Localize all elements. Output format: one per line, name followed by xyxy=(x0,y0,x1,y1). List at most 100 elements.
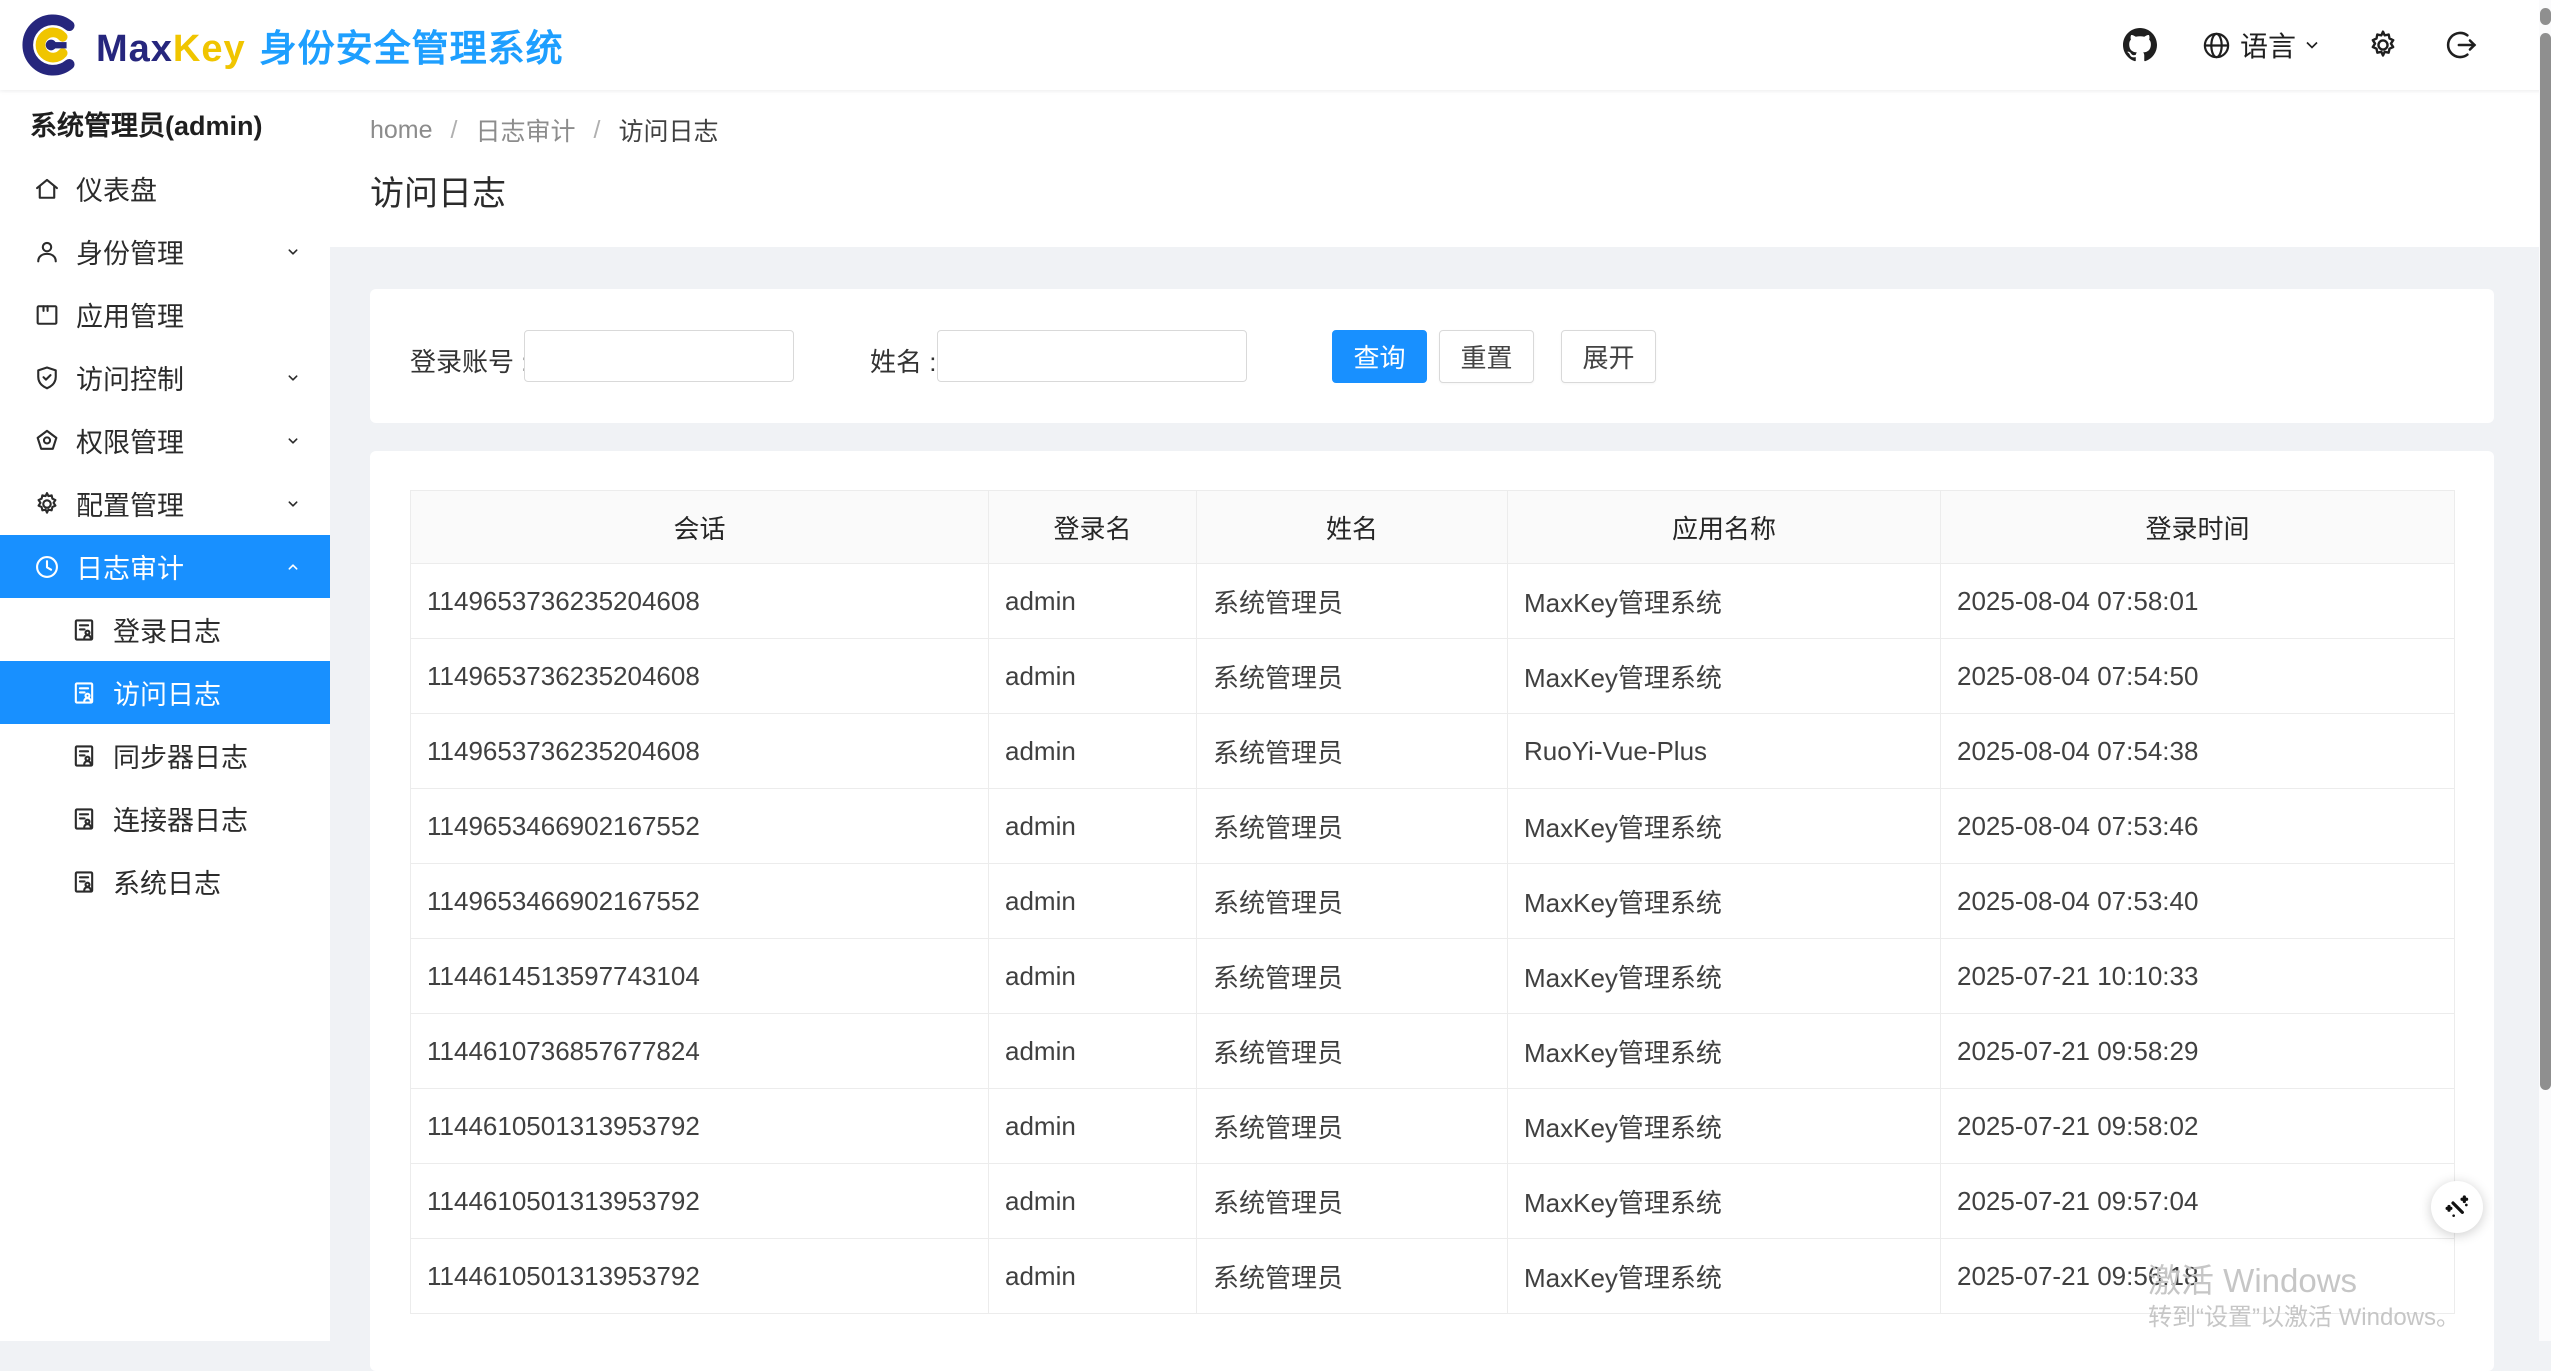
account-input[interactable] xyxy=(524,330,794,382)
cell-app-name: MaxKey管理系统 xyxy=(1507,938,1941,1014)
cell-login-name: admin xyxy=(988,1238,1197,1314)
cell-login-time: 2025-07-21 09:58:29 xyxy=(1940,1013,2455,1089)
expand-button[interactable]: 展开 xyxy=(1561,330,1656,383)
cell-session: 1149653736235204608 xyxy=(410,713,989,789)
chevron-down-icon xyxy=(282,430,304,452)
sidebar-user-title: 系统管理员(admin) xyxy=(30,111,263,141)
shield-icon xyxy=(33,364,61,392)
sidebar-item-system-log[interactable]: 系统日志 xyxy=(0,850,330,913)
cell-login-time: 2025-07-21 10:10:33 xyxy=(1940,938,2455,1014)
name-label: 姓名 : xyxy=(870,347,937,377)
cell-login-name: admin xyxy=(988,788,1197,864)
log-icon xyxy=(70,616,98,644)
sidebar-menu: 仪表盘身份管理应用管理访问控制权限管理 配置管理日志审计登录日志访问日志同步器日志… xyxy=(0,157,330,913)
gear-icon[interactable] xyxy=(2366,28,2400,62)
sidebar: 系统管理员(admin) 仪表盘身份管理应用管理访问控制权限管理 配置管理日志审计… xyxy=(0,90,330,1341)
chevron-down-icon xyxy=(282,367,304,389)
table-row: 1144610736857677824 admin 系统管理员 MaxKey管理系统 2… xyxy=(410,1013,2455,1089)
brand-text: MaxKey 身份安全管理系统 xyxy=(96,18,564,72)
cell-session: 1144610736857677824 xyxy=(410,1013,989,1089)
cell-session: 1144610501313953792 xyxy=(410,1238,989,1314)
sidebar-item-access-control[interactable]: 访问控制 xyxy=(0,346,330,409)
logout-icon[interactable] xyxy=(2444,28,2478,62)
brand-logo-link[interactable]: MaxKey 身份安全管理系统 xyxy=(22,0,564,90)
sidebar-item-connector-log[interactable]: 连接器日志 xyxy=(0,787,330,850)
sidebar-item-permission[interactable]: 权限管理 xyxy=(0,409,330,472)
cell-login-name: admin xyxy=(988,863,1197,939)
cell-login-name: admin xyxy=(988,563,1197,639)
table-row: 1144610501313953792 admin 系统管理员 MaxKey管理系统 2… xyxy=(410,1088,2455,1164)
reset-button[interactable]: 重置 xyxy=(1439,330,1534,383)
cell-name: 系统管理员 xyxy=(1196,938,1508,1014)
sidebar-item-access-log[interactable]: 访问日志 xyxy=(0,661,330,724)
search-card: 登录账号 : 姓名 : 查询 重置 展开 xyxy=(370,289,2494,423)
cell-login-time: 2025-08-04 07:54:50 xyxy=(1940,638,2455,714)
cell-login-name: admin xyxy=(988,638,1197,714)
github-icon[interactable] xyxy=(2122,28,2157,62)
app-icon xyxy=(33,301,61,329)
query-button[interactable]: 查询 xyxy=(1332,330,1427,383)
cell-app-name: RuoYi-Vue-Plus xyxy=(1507,713,1941,789)
cell-app-name: MaxKey管理系统 xyxy=(1507,1163,1941,1239)
cell-name: 系统管理员 xyxy=(1196,863,1508,939)
log-icon xyxy=(70,805,98,833)
table-row: 1149653736235204608 admin 系统管理员 MaxKey管理系统 2… xyxy=(410,638,2455,714)
magic-wand-icon xyxy=(2441,1191,2473,1223)
sidebar-item-dashboard[interactable]: 仪表盘 xyxy=(0,157,330,220)
cell-session: 1144614513597743104 xyxy=(410,938,989,1014)
breadcrumb: home / 日志审计 / 访问日志 xyxy=(370,112,718,148)
breadcrumb-section[interactable]: 日志审计 xyxy=(476,112,576,148)
maxkey-logo-icon xyxy=(22,14,84,76)
log-table-card: 会话 登录名 姓名 应用名称 登录时间 1149653736235204608 admin 系… xyxy=(370,451,2494,1371)
sidebar-item-login-log[interactable]: 登录日志 xyxy=(0,598,330,661)
cell-login-time: 2025-07-21 09:58:02 xyxy=(1940,1088,2455,1164)
cell-app-name: MaxKey管理系统 xyxy=(1507,1088,1941,1164)
cell-login-name: admin xyxy=(988,1013,1197,1089)
column-header-app-name: 应用名称 xyxy=(1507,490,1941,564)
cell-name: 系统管理员 xyxy=(1196,1013,1508,1089)
cell-login-name: admin xyxy=(988,1163,1197,1239)
breadcrumb-current: 访问日志 xyxy=(618,118,719,146)
sidebar-item-label: 访问控制 xyxy=(76,365,184,395)
breadcrumb-home[interactable]: home xyxy=(370,116,433,145)
cell-login-time: 2025-07-21 09:57:04 xyxy=(1940,1163,2455,1239)
sidebar-item-identity[interactable]: 身份管理 xyxy=(0,220,330,283)
cell-login-name: admin xyxy=(988,938,1197,1014)
scrollbar-thumb-fragment[interactable] xyxy=(2540,8,2551,25)
scrollbar-thumb[interactable] xyxy=(2540,33,2551,1090)
sidebar-item-label: 身份管理 xyxy=(76,239,184,269)
magic-wand-button[interactable] xyxy=(2431,1181,2483,1233)
sidebar-item-label: 仪表盘 xyxy=(76,176,157,206)
sidebar-item-label: 登录日志 xyxy=(113,617,221,647)
sidebar-item-application[interactable]: 应用管理 xyxy=(0,283,330,346)
brand-title: 身份安全管理系统 xyxy=(259,28,564,69)
cell-name: 系统管理员 xyxy=(1196,1088,1508,1164)
table-header-row: 会话 登录名 姓名 应用名称 登录时间 xyxy=(410,490,2455,564)
brand-key: Key xyxy=(172,28,246,70)
header-actions: 语言 xyxy=(2122,0,2478,90)
breadcrumb-separator: / xyxy=(593,115,601,144)
log-icon xyxy=(70,868,98,896)
column-header-session: 会话 xyxy=(410,490,989,564)
cell-session: 1144610501313953792 xyxy=(410,1088,989,1164)
clock-icon xyxy=(33,553,61,581)
sidebar-item-config[interactable]: 配置管理 xyxy=(0,472,330,535)
page-title: 访问日志 xyxy=(370,175,506,213)
cell-login-time: 2025-08-04 07:53:46 xyxy=(1940,788,2455,864)
column-header-name: 姓名 xyxy=(1196,490,1508,564)
cell-session: 1149653736235204608 xyxy=(410,563,989,639)
chevron-down-icon xyxy=(2302,35,2322,55)
table-row: 1144614513597743104 admin 系统管理员 MaxKey管理系统 2… xyxy=(410,938,2455,1014)
app-header: MaxKey 身份安全管理系统 语言 xyxy=(0,0,2551,90)
cell-login-time: 2025-08-04 07:58:01 xyxy=(1940,563,2455,639)
sidebar-item-audit[interactable]: 日志审计 xyxy=(0,535,330,598)
sidebar-item-sync-log[interactable]: 同步器日志 xyxy=(0,724,330,787)
sidebar-item-label: 同步器日志 xyxy=(113,743,248,773)
table-row: 1149653466902167552 admin 系统管理员 MaxKey管理系统 2… xyxy=(410,863,2455,939)
breadcrumb-separator: / xyxy=(450,115,458,144)
name-input[interactable] xyxy=(937,330,1247,382)
sidebar-item-label: 日志审计 xyxy=(76,554,184,584)
cell-name: 系统管理员 xyxy=(1196,638,1508,714)
sidebar-item-label: 访问日志 xyxy=(113,680,221,710)
language-menu[interactable]: 语言 xyxy=(2201,25,2322,65)
